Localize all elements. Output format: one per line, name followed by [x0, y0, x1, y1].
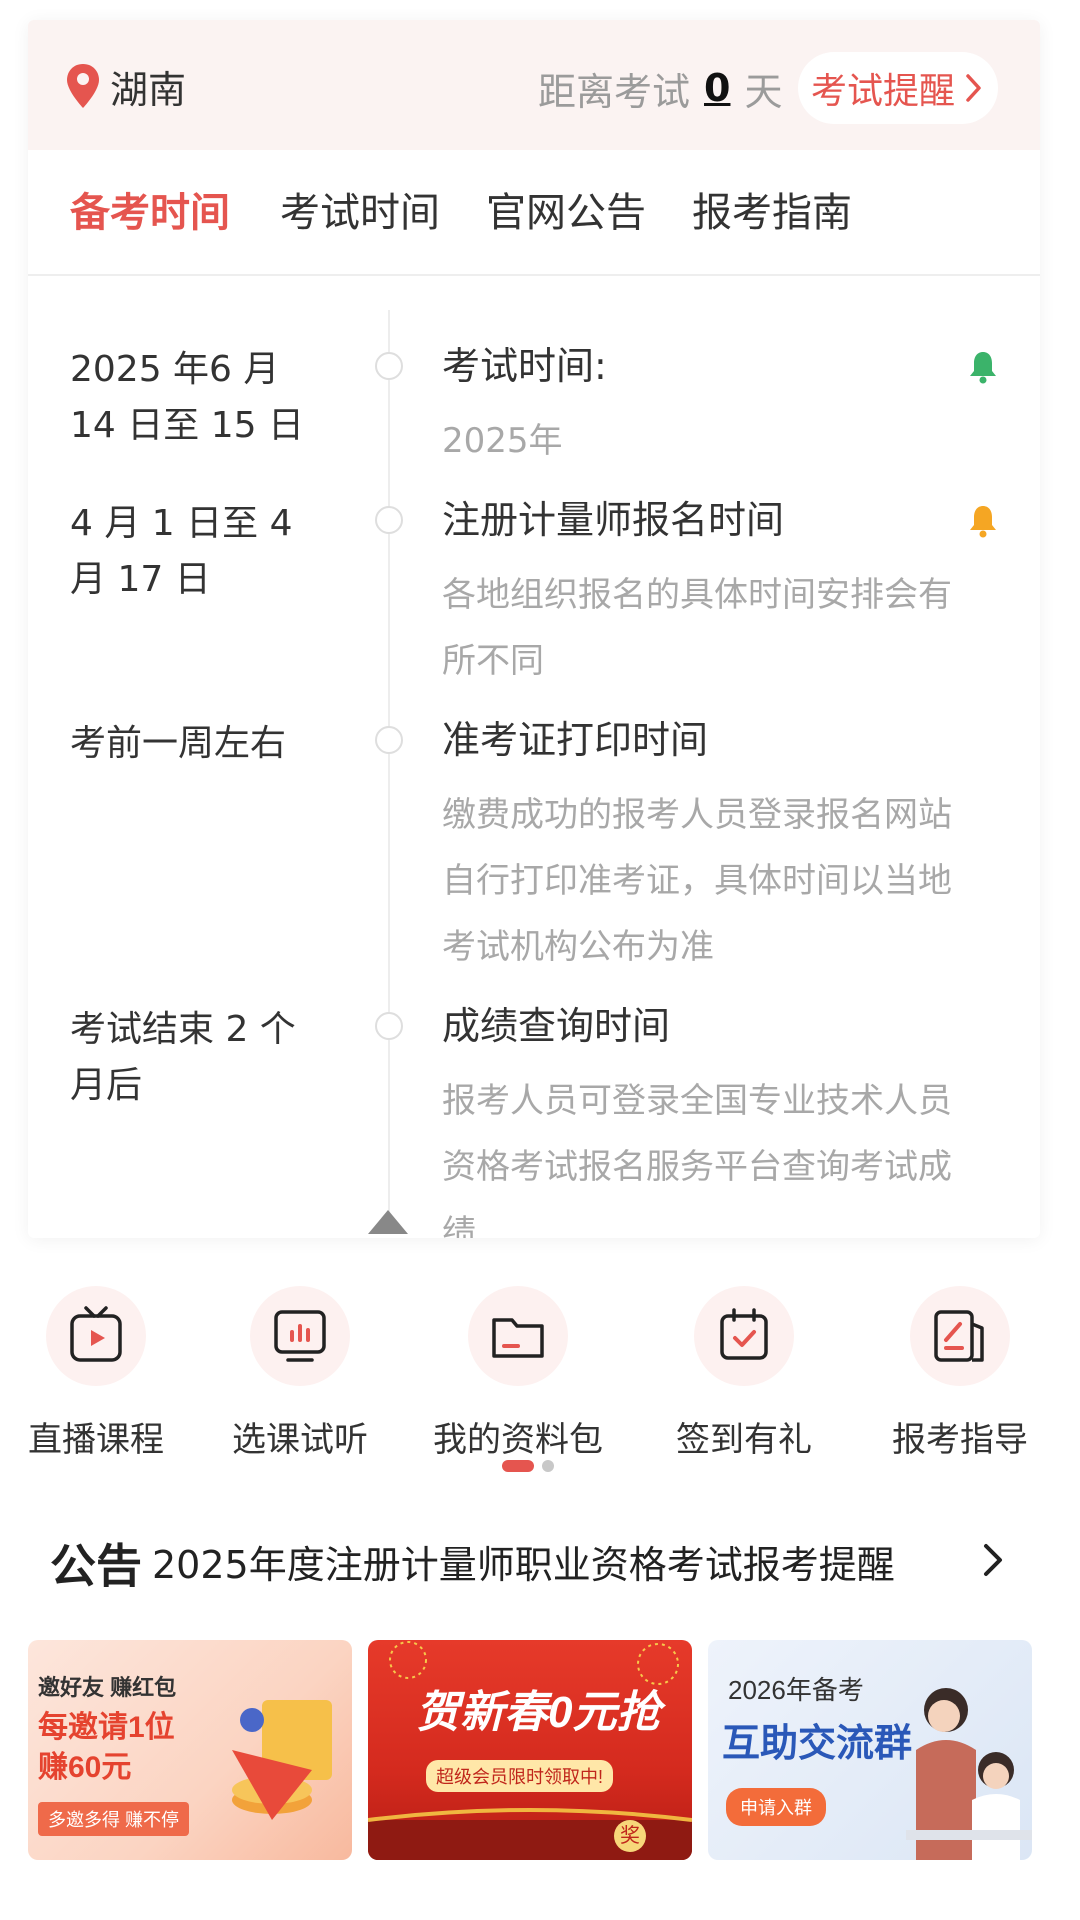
exam-countdown: 距离考试 0 天: [538, 60, 782, 116]
study-group-banner[interactable]: 2026年备考 互助交流群 申请入群: [708, 1640, 1032, 1860]
quick-action-course-trial[interactable]: 选课试听: [210, 1286, 390, 1486]
timeline-description: 各地组织报名的具体时间安排会有所不同: [442, 575, 952, 681]
timeline-title: 成绩查询时间: [442, 1004, 671, 1048]
banner-text: 每邀请1位: [38, 1711, 175, 1744]
timeline-dot: [375, 726, 403, 754]
bell-icon[interactable]: [968, 350, 998, 384]
chevron-right-icon: [984, 1544, 1002, 1576]
quick-action-materials[interactable]: 我的资料包: [428, 1286, 608, 1486]
timeline-title: 注册计量师报名时间: [442, 498, 785, 542]
timeline-title: 准考证打印时间: [442, 718, 709, 762]
notice-tag: 公告: [50, 1539, 142, 1593]
timeline-dot: [375, 1012, 403, 1040]
students-illustration-icon: [906, 1688, 1032, 1860]
banner-text: 邀好友 赚红包: [38, 1675, 177, 1700]
tab-exam-time[interactable]: 考试时间: [280, 150, 440, 276]
timeline-dot: [375, 352, 403, 380]
tab-official-notice[interactable]: 官网公告: [486, 150, 646, 276]
notice-bar[interactable]: 公告 2025年度注册计量师职业资格考试报考提醒: [0, 1520, 1080, 1600]
banner-text: 多邀多得 赚不停: [38, 1802, 190, 1836]
timeline-description: 2025年: [442, 421, 563, 461]
tab-prep-time[interactable]: 备考时间: [70, 150, 230, 276]
folder-icon: [492, 1318, 544, 1358]
timeline-line: [388, 310, 390, 1230]
timeline-description: 报考人员可登录全国专业技术人员资格考试报名服务平台查询考试成绩: [442, 1081, 952, 1238]
timeline-date: 2025 年6 月 14 日至 15 日: [70, 349, 304, 446]
timeline-date: 考前一周左右: [70, 723, 287, 764]
timeline-date: 考试结束 2 个月后: [70, 1009, 296, 1106]
banner-text: 2026年备考: [728, 1675, 864, 1705]
invite-friends-banner[interactable]: 邀好友 赚红包 每邀请1位 赚60元 多邀多得 赚不停: [28, 1640, 352, 1860]
notice-text: 2025年度注册计量师职业资格考试报考提醒: [152, 1543, 895, 1587]
countdown-days: 0: [704, 66, 731, 110]
card-header: 湖南 距离考试 0 天 考试提醒: [28, 20, 1040, 150]
pager-dot: [542, 1460, 554, 1472]
location-selector[interactable]: 湖南: [64, 58, 186, 114]
quick-action-label: 我的资料包: [433, 1420, 603, 1460]
tab-registration-guide[interactable]: 报考指南: [692, 150, 852, 276]
countdown-suffix: 天: [744, 69, 783, 114]
collapse-triangle-icon[interactable]: [368, 1210, 408, 1234]
banner-text: 超级会员限时领取中!: [426, 1760, 614, 1792]
quick-action-label: 选课试听: [232, 1420, 368, 1460]
calendar-check-icon: [720, 1308, 768, 1360]
banner-text: 赚60元: [38, 1751, 132, 1784]
bell-icon[interactable]: [968, 504, 998, 538]
chart-screen-icon: [274, 1310, 326, 1362]
timeline-dot: [375, 506, 403, 534]
quick-action-label: 签到有礼: [676, 1420, 812, 1460]
reminder-label: 考试提醒: [810, 71, 955, 112]
pager-dot-active: [502, 1460, 534, 1472]
new-year-promo-banner[interactable]: 贺新春0元抢 超级会员限时领取中! 奖: [368, 1640, 692, 1860]
timeline-title: 考试时间:: [442, 344, 607, 388]
banner-text: 贺新春0元抢: [416, 1688, 661, 1737]
countdown-prefix: 距离考试: [538, 69, 691, 114]
schedule-tabs: 备考时间 考试时间 官网公告 报考指南: [28, 150, 1040, 276]
gift-illustration-icon: [232, 1700, 332, 1820]
timeline-date: 4 月 1 日至 4 月 17 日: [70, 503, 293, 600]
quick-action-label: 直播课程: [28, 1420, 164, 1460]
exam-schedule-card: 湖南 距离考试 0 天 考试提醒 备考时间 考试时间 官网公告 报考指南 202…: [28, 20, 1040, 1238]
exam-reminder-button[interactable]: 考试提醒: [798, 52, 998, 124]
chevron-right-icon: [966, 74, 981, 102]
document-pen-icon: [934, 1310, 984, 1362]
live-tv-icon: [70, 1306, 122, 1362]
banner-text: 奖: [614, 1820, 646, 1852]
location-pin-icon: [64, 62, 102, 110]
quick-action-checkin[interactable]: 签到有礼: [654, 1286, 834, 1486]
quick-action-label: 报考指导: [892, 1420, 1028, 1460]
banner-text: 申请入群: [726, 1788, 826, 1826]
timeline-description: 缴费成功的报考人员登录报名网站自行打印准考证，具体时间以当地考试机构公布为准: [442, 795, 952, 967]
quick-action-live-courses[interactable]: 直播课程: [6, 1286, 186, 1486]
quick-action-registration-guide[interactable]: 报考指导: [870, 1286, 1050, 1486]
location-label: 湖南: [110, 67, 187, 112]
banner-text: 互助交流群: [722, 1723, 913, 1765]
